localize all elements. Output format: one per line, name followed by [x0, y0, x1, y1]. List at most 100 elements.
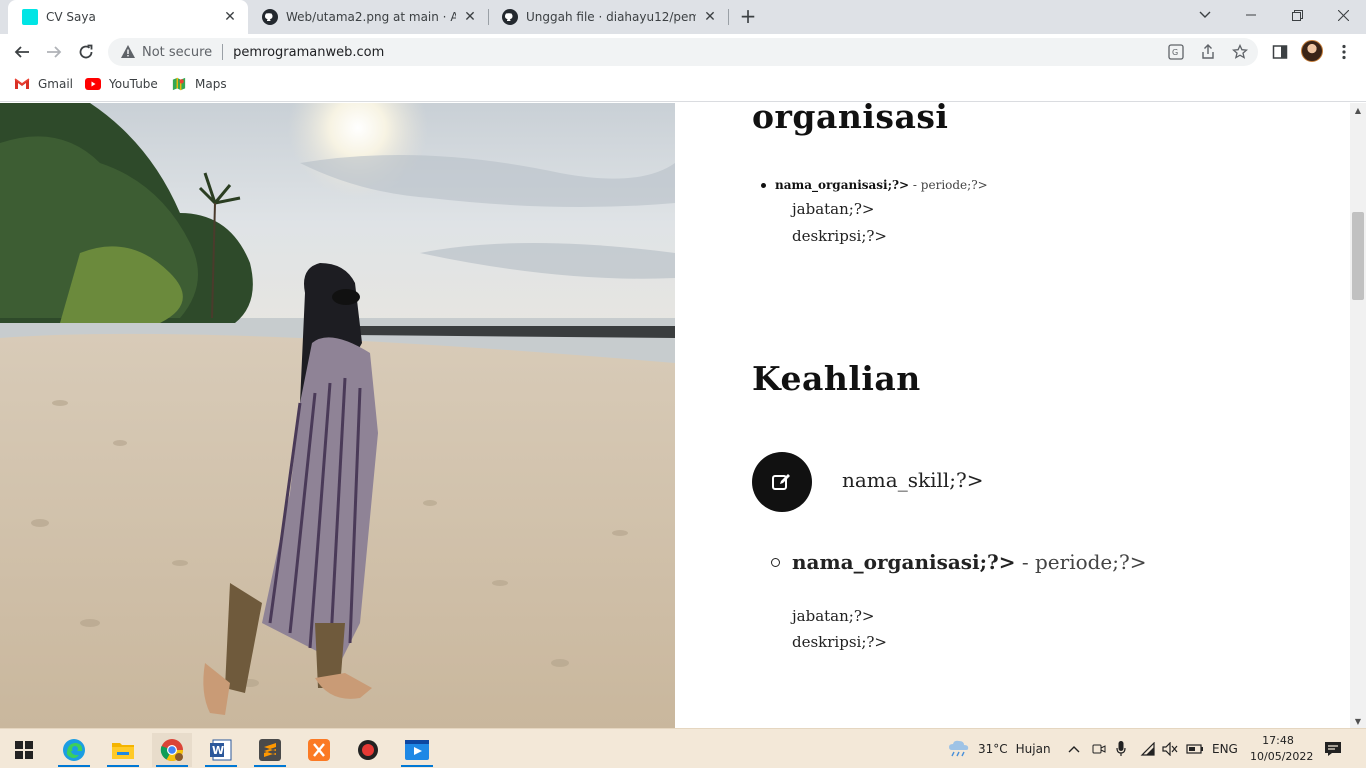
page-scrollbar[interactable]: ▲ ▼ — [1350, 103, 1366, 728]
organisasi-period: - periode;?> — [1015, 550, 1147, 574]
restore-button[interactable] — [1274, 0, 1320, 30]
svg-text:W: W — [212, 744, 224, 757]
file-explorer-icon[interactable] — [103, 733, 143, 767]
address-bar[interactable]: Not secure pemrogramanweb.com — [108, 38, 1258, 66]
tab-separator — [728, 9, 729, 25]
profile-avatar[interactable] — [1301, 40, 1323, 62]
media-player-icon[interactable] — [397, 733, 437, 767]
organisasi-jabatan: jabatan;?> — [792, 607, 875, 625]
organisasi-name: nama_organisasi;?> — [775, 178, 910, 192]
organisasi-jabatan: jabatan;?> — [792, 200, 875, 218]
page-viewport: organisasi nama_organisasi;?> - periode;… — [0, 103, 1350, 728]
address-divider — [222, 44, 224, 60]
windows-start-icon[interactable] — [4, 733, 44, 767]
share-icon[interactable] — [1199, 43, 1217, 61]
minimize-icon — [1246, 14, 1256, 16]
profile-photo — [0, 103, 675, 728]
gmail-icon — [14, 78, 30, 89]
skill-name: nama_skill;?> — [842, 468, 984, 492]
new-tab-button[interactable]: + — [736, 5, 760, 29]
organisasi-list-item: nama_organisasi;?> - periode;?> — [761, 178, 988, 192]
close-tab-icon[interactable]: ✕ — [222, 9, 238, 25]
more-menu-icon[interactable] — [1334, 42, 1354, 62]
tab-title: CV Saya — [46, 10, 96, 24]
bookmark-label: Maps — [195, 77, 227, 91]
active-app-indicator — [156, 765, 188, 767]
bookmark-youtube[interactable]: YouTube — [85, 77, 158, 91]
cyan-square-icon — [22, 9, 38, 25]
xampp-icon[interactable] — [299, 733, 339, 767]
maps-icon — [172, 77, 186, 91]
weather-widget[interactable]: 31°C Hujan — [948, 729, 1051, 768]
chevron-up-icon — [1068, 746, 1080, 753]
weather-condition: Hujan — [1015, 742, 1051, 756]
active-app-indicator — [58, 765, 90, 767]
battery-icon[interactable] — [1186, 729, 1204, 768]
close-tab-icon[interactable]: ✕ — [462, 9, 478, 25]
tab-github-utama2[interactable]: Web/utama2.png at main · Apria ✕ — [248, 0, 488, 34]
chrome-icon[interactable] — [152, 733, 192, 767]
close-tab-icon[interactable]: ✕ — [702, 9, 718, 25]
show-hidden-icons-button[interactable] — [1068, 729, 1080, 768]
organisasi-name: nama_organisasi;?> — [792, 550, 1016, 574]
close-window-button[interactable] — [1320, 0, 1366, 30]
record-icon[interactable] — [348, 733, 388, 767]
url-text[interactable]: pemrogramanweb.com — [233, 45, 384, 60]
clock-time: 17:48 — [1262, 734, 1294, 747]
bookmark-gmail[interactable]: Gmail — [14, 77, 73, 91]
tab-github-unggah[interactable]: Unggah file · diahayu12/pemogra ✕ — [488, 0, 728, 34]
bookmark-label: Gmail — [38, 77, 74, 91]
back-button[interactable] — [8, 38, 36, 66]
scroll-up-arrow-icon[interactable]: ▲ — [1350, 103, 1366, 117]
clock-date: 10/05/2022 — [1250, 750, 1314, 763]
windows-taskbar: W 31°C Hujan ENG 17:48 10/05/2022 — [0, 728, 1366, 768]
active-app-indicator — [205, 765, 237, 767]
github-icon — [262, 9, 278, 25]
bookmark-maps[interactable]: Maps — [171, 77, 227, 91]
system-clock[interactable]: 17:48 10/05/2022 — [1250, 733, 1314, 765]
reload-button[interactable] — [72, 38, 100, 66]
tab-title: Web/utama2.png at main · Apria — [286, 10, 456, 24]
browser-toolbar: Not secure pemrogramanweb.com G — [0, 34, 1366, 70]
chevron-down-icon — [1199, 11, 1211, 18]
bookmark-label: YouTube — [109, 77, 158, 91]
sublime-text-icon[interactable] — [250, 733, 290, 767]
organisasi-deskripsi: deskripsi;?> — [792, 227, 887, 245]
microphone-icon[interactable] — [1116, 729, 1126, 768]
wifi-icon[interactable] — [1140, 729, 1156, 768]
scroll-thumb[interactable] — [1352, 212, 1364, 300]
youtube-icon — [85, 78, 101, 90]
scroll-down-arrow-icon[interactable]: ▼ — [1350, 714, 1366, 728]
organisasi-deskripsi: deskripsi;?> — [792, 633, 887, 651]
weather-temp: 31°C — [978, 742, 1008, 756]
language-indicator[interactable]: ENG — [1212, 729, 1238, 768]
organisasi-list-item: nama_organisasi;?> - periode;?> — [771, 550, 1147, 574]
restore-icon — [1291, 9, 1303, 21]
arrow-left-icon — [14, 46, 29, 58]
skill-icon-circle — [752, 452, 812, 512]
edge-icon[interactable] — [54, 733, 94, 767]
notifications-icon[interactable] — [1324, 729, 1342, 768]
tab-cv-saya[interactable]: CV Saya ✕ — [8, 0, 248, 34]
bookmark-star-icon[interactable] — [1231, 43, 1249, 61]
cv-content: organisasi nama_organisasi;?> - periode;… — [675, 103, 1350, 728]
active-app-indicator — [254, 765, 286, 767]
translate-icon[interactable]: G — [1167, 43, 1185, 61]
volume-muted-icon[interactable] — [1162, 729, 1178, 768]
forward-button[interactable] — [40, 38, 68, 66]
minimize-button[interactable] — [1228, 0, 1274, 30]
security-label[interactable]: Not secure — [142, 45, 212, 60]
svg-text:G: G — [1172, 48, 1178, 57]
browser-tab-strip: CV Saya ✕ Web/utama2.png at main · Apria… — [0, 0, 1366, 34]
tab-search-button[interactable] — [1182, 0, 1228, 30]
side-panel-icon[interactable] — [1270, 42, 1290, 62]
organisasi-heading: organisasi — [752, 103, 949, 136]
rain-cloud-icon — [949, 740, 969, 757]
bullet-circle — [771, 558, 780, 567]
arrow-right-icon — [47, 46, 62, 58]
bookmarks-bar: Gmail YouTube Maps — [0, 70, 1366, 102]
edit-icon — [772, 474, 790, 490]
word-icon[interactable]: W — [201, 733, 241, 767]
meet-now-icon[interactable] — [1092, 729, 1106, 768]
active-app-indicator — [107, 765, 139, 767]
